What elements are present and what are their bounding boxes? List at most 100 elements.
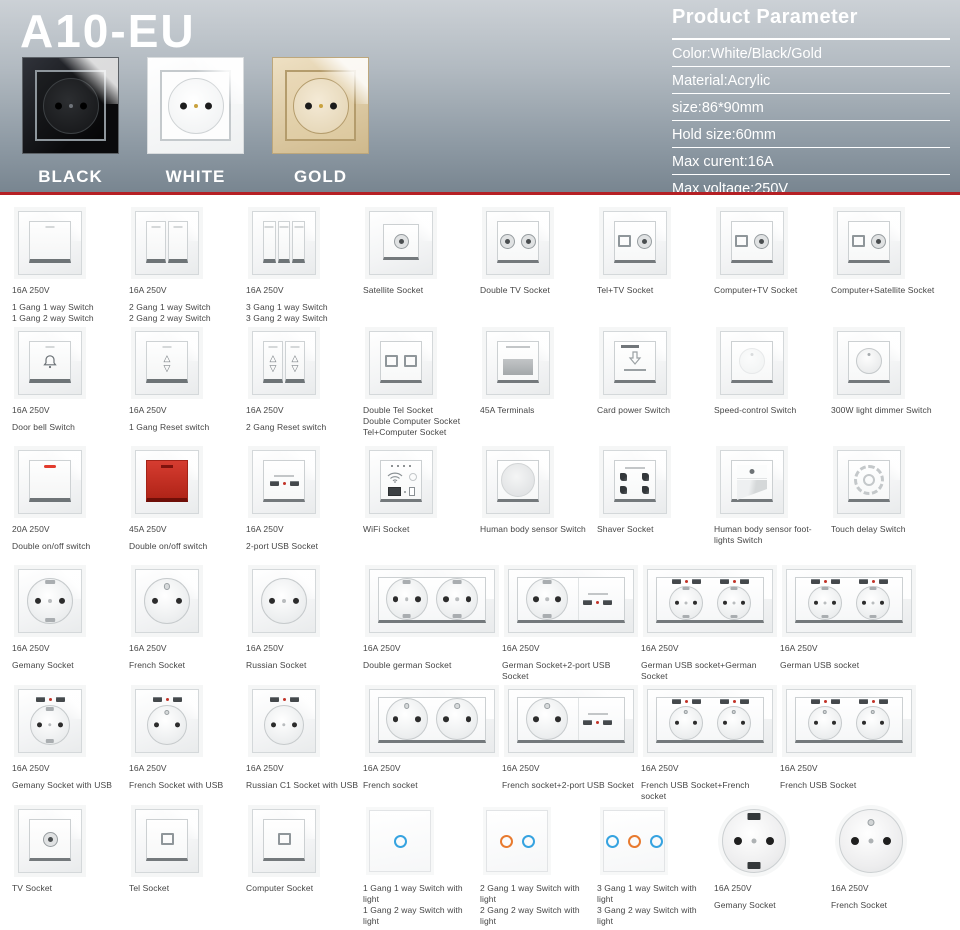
catalog-row: 16A 250VGemany Socket with USB16A 250VFr…	[8, 685, 952, 802]
product-labels: Speed-control Switch	[710, 405, 827, 416]
earth-clip	[45, 580, 55, 584]
indicator-dot	[872, 580, 875, 583]
center-screw	[282, 723, 285, 726]
socket-panel	[848, 460, 890, 502]
usb-socket-half	[856, 579, 890, 620]
rocker-group	[29, 221, 71, 263]
catalog: 16A 250V1 Gang 1 way Switch1 Gang 2 way …	[0, 195, 960, 927]
product-labels: TV Socket	[8, 883, 125, 894]
product-labels: 16A 250VGemany Socket	[710, 883, 827, 911]
pin-hole	[675, 600, 679, 604]
product-label: 1 Gang 2 way Switch with light	[363, 905, 476, 927]
product-item: 16A 250VDoor bell Switch	[8, 327, 125, 433]
usb-port-row	[811, 579, 840, 584]
indicator-mark	[163, 346, 172, 348]
product-label: 16A 250V	[12, 285, 125, 296]
earth-clip	[682, 615, 689, 618]
product-item: 3 Gang 1 way Switch with light3 Gang 2 w…	[593, 805, 710, 927]
earth-pin	[871, 710, 875, 714]
rocker-key	[146, 460, 188, 502]
product-item: 16A 250VFrench socket	[359, 685, 498, 791]
product-label: 16A 250V	[12, 643, 125, 654]
product-item: Human body sensor Switch	[476, 446, 593, 535]
product-image	[359, 446, 476, 518]
product-labels: Shaver Socket	[593, 524, 710, 535]
usb-port-icon	[811, 579, 820, 584]
center-screw	[405, 597, 409, 601]
up-triangle-icon: △	[164, 354, 171, 363]
product-label: Double on/off switch	[129, 541, 242, 552]
center-screw	[194, 104, 198, 108]
indicator-mark	[265, 226, 274, 228]
socket-panel	[795, 697, 903, 743]
product-item: 16A 250VRussian C1 Socket with USB	[242, 685, 359, 791]
pin-hole	[723, 600, 727, 604]
usb-port-icon	[603, 600, 612, 605]
faceplate	[837, 450, 901, 514]
face-wrapper	[139, 693, 195, 749]
reset-arrows: △▽	[147, 354, 187, 373]
model-title: A10-EU	[20, 4, 196, 58]
product-item: Shaver Socket	[593, 446, 710, 535]
product-item: 16A 250V2-port USB Socket	[242, 446, 359, 552]
earth-clip	[869, 615, 876, 618]
product-image	[593, 446, 710, 518]
earth-clip	[46, 707, 54, 710]
faceplate	[135, 211, 199, 275]
product-label: French socket	[363, 780, 498, 791]
german-socket-face	[856, 586, 890, 620]
rj-jack-icon	[404, 355, 417, 367]
german-socket-face	[526, 578, 568, 620]
product-label: Double Computer Socket	[363, 416, 476, 427]
socket-panel	[848, 221, 890, 263]
usb-port-row	[270, 697, 299, 702]
rocker-key: △▽	[285, 341, 305, 383]
faceplate	[486, 450, 550, 514]
indicator-mark	[44, 465, 56, 468]
pin-hole	[393, 716, 399, 722]
german-socket-face	[386, 578, 428, 620]
faceplate	[18, 331, 82, 395]
product-label: 16A 250V	[12, 405, 125, 416]
earth-clip	[453, 614, 462, 618]
french-socket-face	[436, 698, 478, 740]
indicator-dot	[685, 700, 688, 703]
socket-panel	[614, 221, 656, 263]
led-dot	[409, 465, 411, 467]
product-label: Gemany Socket	[12, 660, 125, 671]
product-item: 45A 250VDouble on/off switch	[125, 446, 242, 552]
product-item: 16A 250VFrench Socket	[827, 805, 944, 911]
product-image	[827, 446, 944, 518]
usb-port-icon	[811, 699, 820, 704]
pin-hole	[152, 598, 158, 604]
product-labels: Computer+TV Socket	[710, 285, 827, 296]
product-image	[593, 805, 710, 877]
earth-pin	[544, 703, 550, 709]
product-sheet: A10-EU BLACKWHITEGOLD Product Parameter …	[0, 0, 960, 930]
coax-connector-icon	[394, 234, 409, 249]
socket-panel	[656, 577, 764, 623]
product-labels: 16A 250VFrench socket	[359, 763, 498, 791]
parameter-rows: Color:White/Black/GoldMaterial:Acrylicsi…	[672, 40, 950, 202]
usb-port-row	[720, 579, 749, 584]
indicator-mark	[161, 465, 173, 468]
indicator-dot	[283, 482, 286, 485]
usb-port-row	[672, 579, 701, 584]
product-item: Double TV Socket	[476, 207, 593, 296]
indicator-dot	[166, 698, 169, 701]
wifi-row	[386, 471, 417, 483]
product-labels: 16A 250VGerman Socket+2-port USB Socket	[498, 643, 637, 682]
product-label: Gemany Socket	[714, 900, 827, 911]
faceplate	[369, 689, 495, 753]
product-item: 16A 250VFrench socket+2-port USB Socket	[498, 685, 637, 791]
product-labels: 16A 250VDoor bell Switch	[8, 405, 125, 433]
socket-panel	[263, 819, 305, 861]
reset-arrows: △▽	[264, 354, 282, 373]
usb-port-icon	[720, 699, 729, 704]
product-label: 2-port USB Socket	[246, 541, 359, 552]
earth-pin	[455, 703, 461, 709]
usb-socket-half	[808, 579, 842, 620]
parameter-row: Max voltage:250V	[672, 175, 950, 202]
touch-dial	[854, 465, 884, 495]
indicator-mark	[294, 226, 303, 228]
